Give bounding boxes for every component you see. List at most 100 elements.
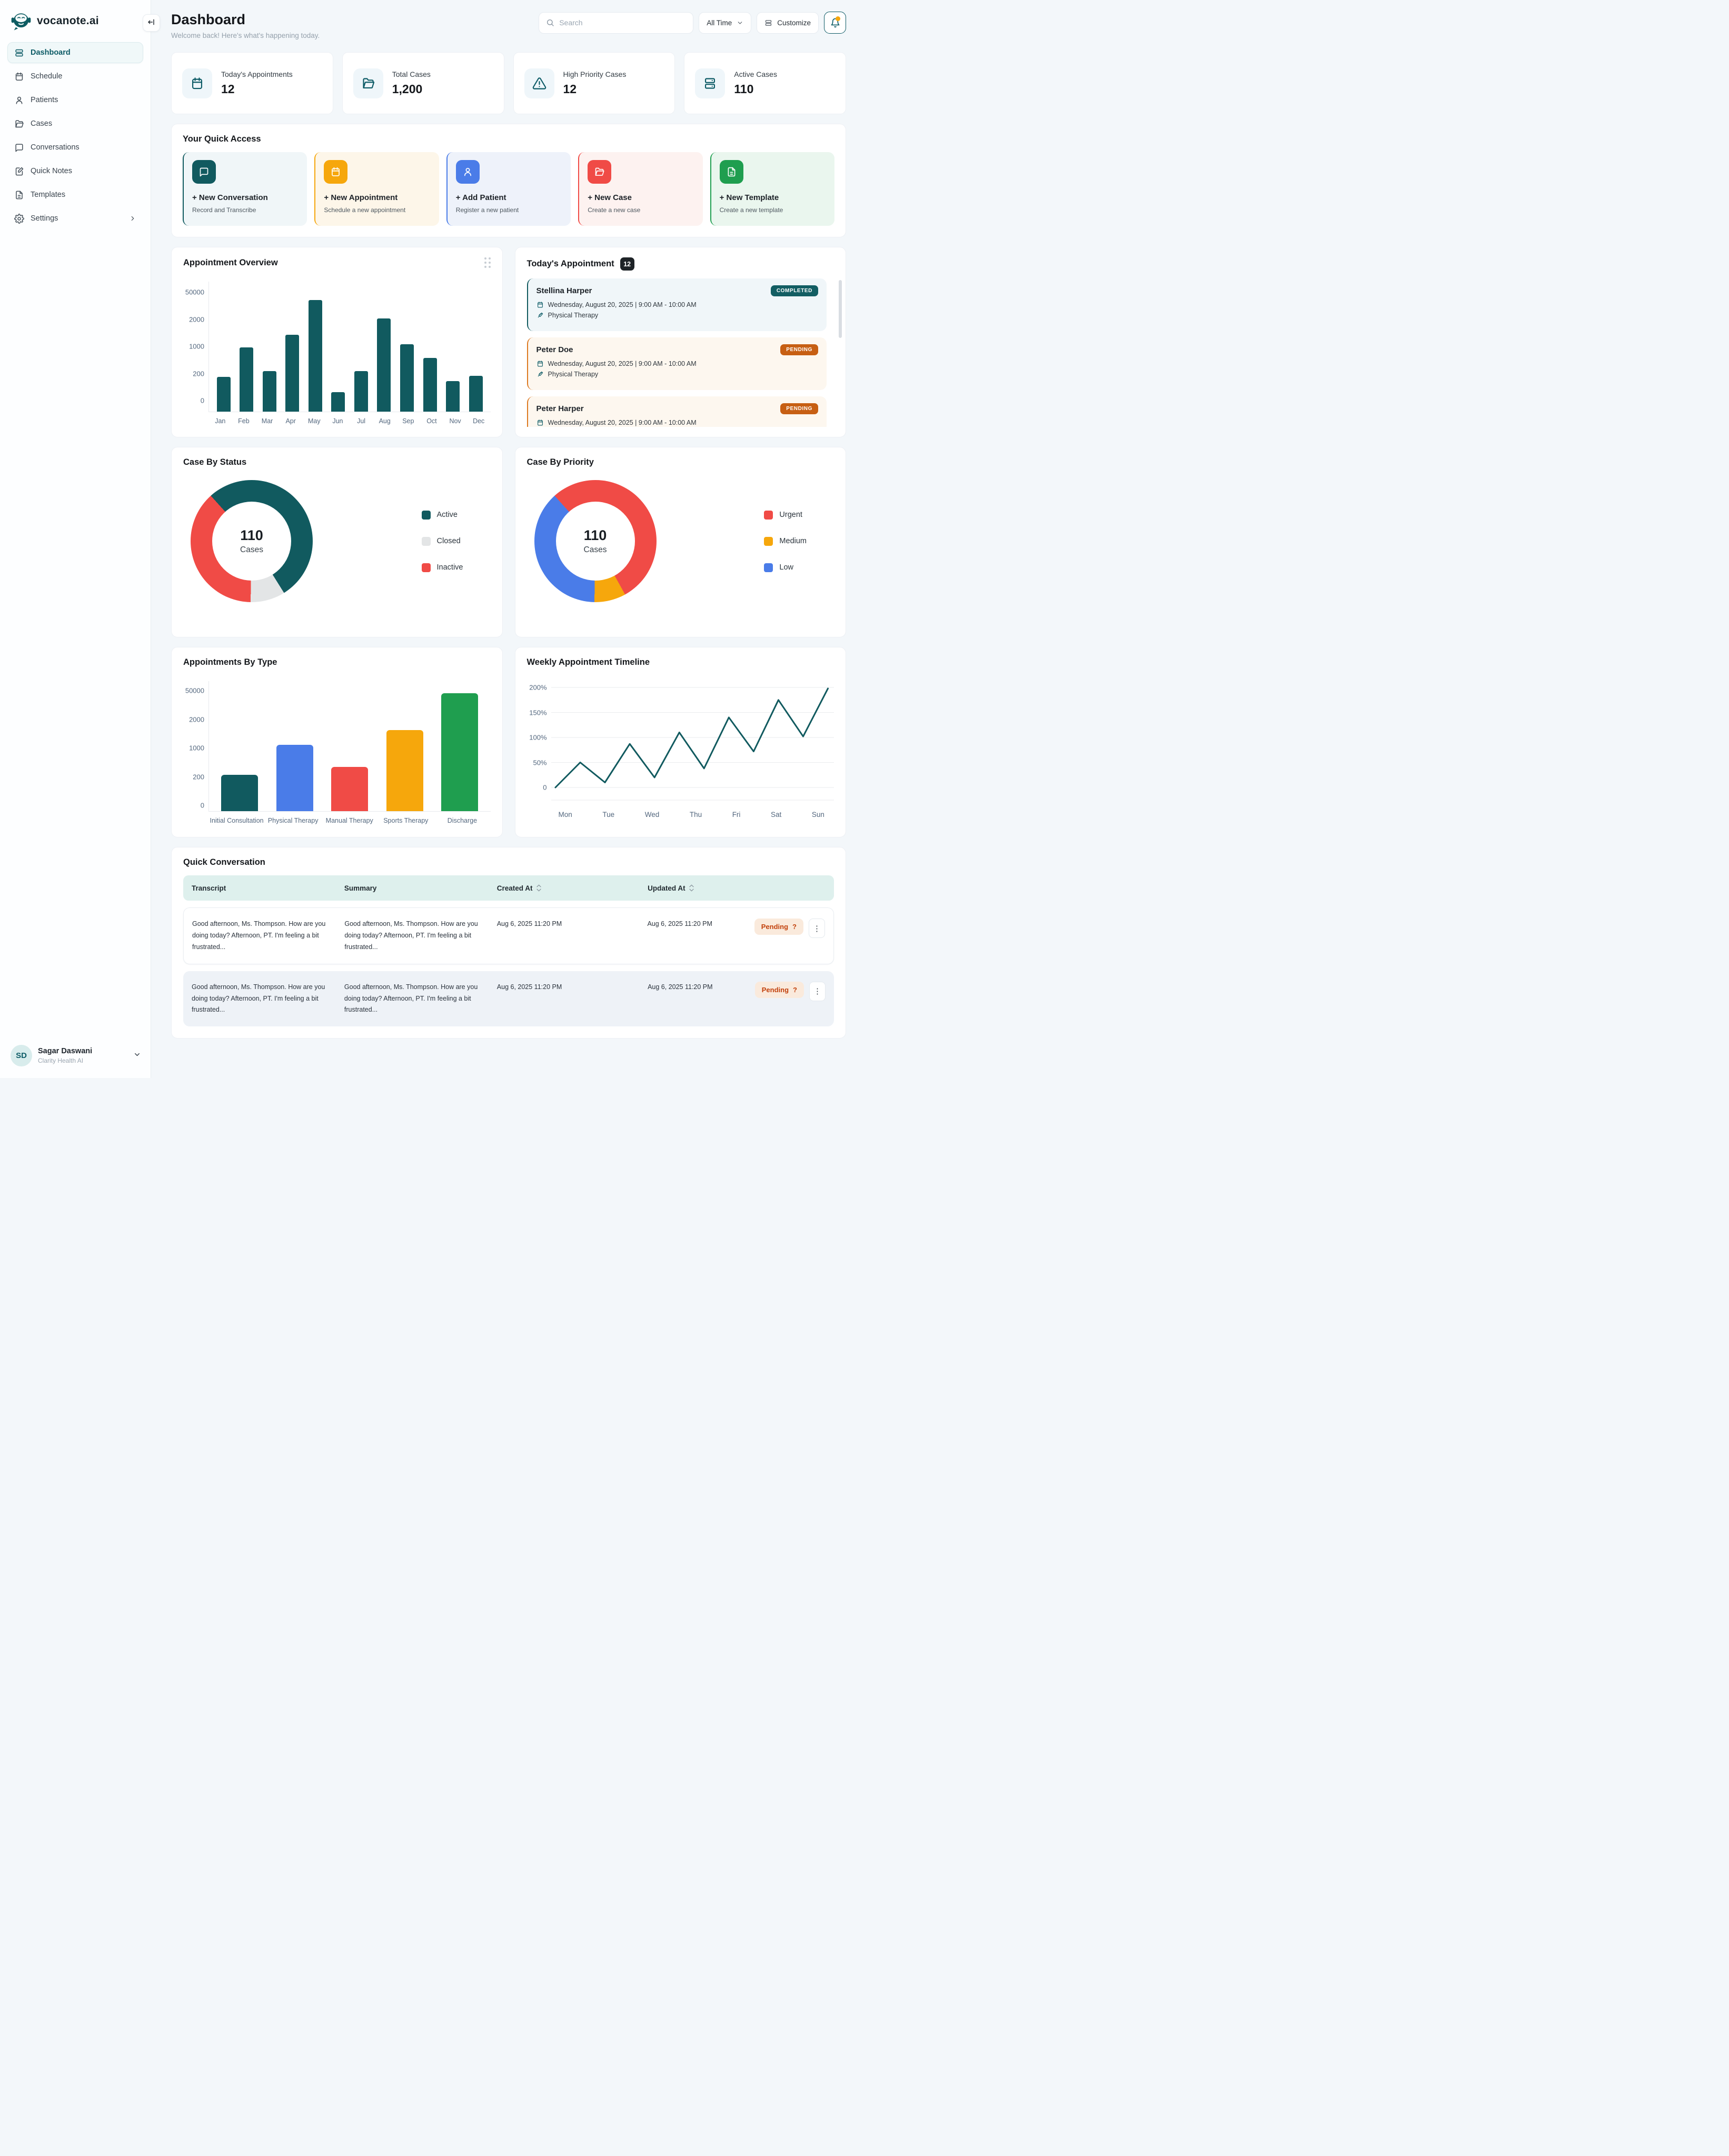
bar — [469, 376, 483, 412]
chevron-down-icon — [133, 1051, 141, 1061]
status-badge[interactable]: Pending ? — [754, 919, 803, 935]
bar — [446, 381, 460, 412]
logo: vocanote.ai — [0, 0, 151, 40]
case-by-status-card: Case By Status 110 Cases Active Closed I… — [171, 447, 503, 637]
stat-label: High Priority Cases — [563, 70, 627, 78]
y-tick-label: 50000 — [185, 687, 204, 695]
bar — [331, 767, 368, 811]
donut-center-label: Cases — [240, 545, 263, 555]
legend-item: Low — [764, 563, 807, 572]
y-axis: 02001000200050000 — [183, 282, 208, 412]
customize-button[interactable]: Customize — [757, 12, 819, 34]
y-tick-label: 200% — [529, 684, 546, 692]
notifications-button[interactable] — [824, 12, 846, 34]
sidebar-item-cases[interactable]: Cases — [7, 113, 143, 134]
y-tick-label: 100% — [529, 734, 546, 742]
quick-access-subtitle: Create a new case — [588, 206, 694, 214]
legend-swatch — [764, 563, 773, 572]
y-tick-label: 150% — [529, 708, 546, 716]
x-tick-label: Apr — [279, 417, 303, 425]
quick-access-title: Your Quick Access — [183, 134, 834, 144]
sidebar-item-quick-notes[interactable]: Quick Notes — [7, 161, 143, 182]
updated-at-cell: Aug 6, 2025 11:20 PM — [648, 982, 747, 993]
appointments-by-type-card: Appointments By Type 02001000200050000 I… — [171, 647, 503, 837]
quick-access-new-template[interactable]: + New Template Create a new template — [710, 152, 834, 226]
app-root: vocanote.ai Dashboard Schedule Patients … — [0, 0, 864, 1078]
sidebar-item-dashboard[interactable]: Dashboard — [7, 42, 143, 63]
sidebar-item-settings[interactable]: Settings — [7, 208, 143, 229]
stat-card: Active Cases 110 — [684, 52, 846, 114]
quick-access-subtitle: Create a new template — [720, 206, 826, 214]
quick-access-title-label: + New Case — [588, 193, 694, 202]
quick-access-new-case[interactable]: + New Case Create a new case — [578, 152, 702, 226]
sidebar-item-conversations[interactable]: Conversations — [7, 137, 143, 158]
bar — [221, 775, 258, 811]
chevron-right-icon — [129, 215, 136, 222]
sort-icon[interactable] — [689, 884, 694, 892]
x-tick-label: Feb — [232, 417, 256, 425]
x-tick-label: Sep — [396, 417, 420, 425]
x-axis-labels: JanFebMarAprMayJunJulAugSepOctNovDec — [183, 417, 491, 425]
drag-handle-icon[interactable] — [484, 257, 491, 268]
user-menu[interactable]: SD Sagar Daswani Clarity Health AI — [0, 1036, 151, 1078]
sidebar-item-templates[interactable]: Templates — [7, 184, 143, 205]
table-body: Good afternoon, Ms. Thompson. How are yo… — [183, 907, 834, 1026]
todays-appointment-card: Today's Appointment 12 Stellina Harper C… — [515, 247, 847, 437]
chart-title: Case By Status — [183, 457, 491, 467]
x-tick-label: Dec — [467, 417, 491, 425]
x-axis-labels: Initial ConsultationPhysical TherapyManu… — [183, 816, 491, 825]
summary-cell: Good afternoon, Ms. Thompson. How are yo… — [344, 982, 497, 1016]
calendar-icon — [536, 301, 544, 308]
sidebar-item-label: Templates — [31, 191, 65, 199]
transcript-cell: Good afternoon, Ms. Thompson. How are yo… — [192, 919, 344, 953]
sort-icon[interactable] — [536, 884, 542, 892]
folder-open-icon — [588, 160, 611, 184]
column-label: Updated At — [648, 884, 685, 892]
notification-dot — [836, 16, 840, 21]
appointment-item[interactable]: Stellina Harper COMPLETED Wednesday, Aug… — [527, 278, 827, 331]
legend-item: Medium — [764, 537, 807, 546]
x-tick-label: Nov — [443, 417, 467, 425]
legend-swatch — [764, 537, 773, 546]
user-icon — [14, 95, 24, 105]
quick-access-new-conversation[interactable]: + New Conversation Record and Transcribe — [183, 152, 307, 226]
bar — [386, 730, 423, 811]
status-badge[interactable]: Pending ? — [755, 982, 804, 998]
stat-card: Today's Appointments 12 — [171, 52, 333, 114]
legend-label: Low — [779, 563, 793, 572]
legend-swatch — [422, 537, 431, 546]
sidebar-item-schedule[interactable]: Schedule — [7, 66, 143, 87]
calendar-icon — [536, 419, 544, 426]
appointment-item[interactable]: Peter Doe PENDING Wednesday, August 20, … — [527, 337, 827, 390]
time-filter-select[interactable]: All Time — [699, 12, 751, 34]
stat-value: 1,200 — [392, 82, 431, 96]
quick-access-section: Your Quick Access + New Conversation Rec… — [171, 124, 846, 237]
gear-icon — [14, 214, 24, 224]
transcript-cell: Good afternoon, Ms. Thompson. How are yo… — [192, 982, 344, 1016]
x-tick-label: Manual Therapy — [322, 816, 377, 825]
column-header[interactable]: Updated At — [648, 884, 747, 892]
row-menu-button[interactable]: ⋮ — [809, 919, 825, 938]
chat-icon — [14, 143, 24, 153]
file-text-icon — [14, 190, 24, 200]
appointment-overview-card: Appointment Overview 02001000200050000 J… — [171, 247, 503, 437]
search-input[interactable] — [559, 18, 686, 27]
sidebar-collapse-button[interactable] — [143, 14, 160, 32]
scrollbar-thumb[interactable] — [839, 280, 842, 338]
legend: Active Closed Inactive — [422, 511, 463, 572]
legend-swatch — [764, 511, 773, 520]
appointment-type: Physical Therapy — [548, 312, 599, 319]
quick-access-add-patient[interactable]: + Add Patient Register a new patient — [446, 152, 571, 226]
column-header[interactable]: Created At — [497, 884, 648, 892]
appointment-item[interactable]: Peter Harper PENDING Wednesday, August 2… — [527, 396, 827, 427]
quick-access-title-label: + New Appointment — [324, 193, 430, 202]
table-row: Good afternoon, Ms. Thompson. How are yo… — [183, 971, 834, 1027]
bar — [276, 745, 313, 811]
sidebar-item-patients[interactable]: Patients — [7, 89, 143, 111]
x-tick-label: Tue — [602, 811, 614, 819]
bar — [309, 300, 322, 412]
y-tick-label: 50000 — [185, 288, 204, 296]
avatar: SD — [11, 1045, 32, 1066]
row-menu-button[interactable]: ⋮ — [809, 982, 826, 1001]
quick-access-new-appointment[interactable]: + New Appointment Schedule a new appoint… — [314, 152, 439, 226]
